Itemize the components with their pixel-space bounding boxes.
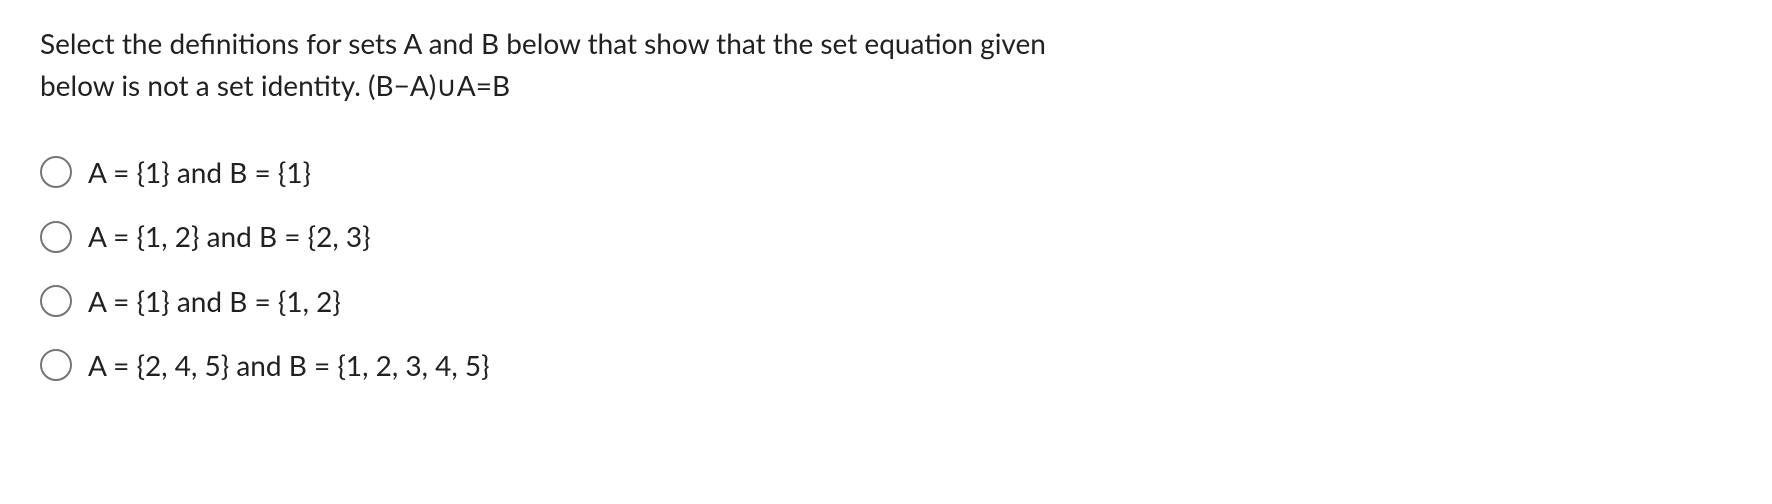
option-3[interactable]: A = {1} and B = {1, 2} bbox=[40, 283, 1732, 319]
option-4[interactable]: A = {2, 4, 5} and B = {1, 2, 3, 4, 5} bbox=[40, 347, 1732, 383]
radio-button-2[interactable] bbox=[40, 221, 72, 253]
question-line-2: below is not a set identity. (B−A)∪A=B bbox=[40, 68, 510, 102]
radio-button-1[interactable] bbox=[40, 156, 72, 188]
option-label-4: A = {2, 4, 5} and B = {1, 2, 3, 4, 5} bbox=[88, 347, 490, 383]
option-1[interactable]: A = {1} and B = {1} bbox=[40, 154, 1732, 190]
option-label-2: A = {1, 2} and B = {2, 3} bbox=[88, 218, 371, 254]
question-prompt: Select the definitions for sets A and B … bbox=[40, 22, 1732, 106]
radio-button-4[interactable] bbox=[40, 349, 72, 381]
option-label-3: A = {1} and B = {1, 2} bbox=[88, 283, 341, 319]
option-2[interactable]: A = {1, 2} and B = {2, 3} bbox=[40, 218, 1732, 254]
options-group: A = {1} and B = {1} A = {1, 2} and B = {… bbox=[40, 154, 1732, 384]
option-label-1: A = {1} and B = {1} bbox=[88, 154, 311, 190]
question-line-1: Select the definitions for sets A and B … bbox=[40, 26, 1046, 60]
radio-button-3[interactable] bbox=[40, 285, 72, 317]
